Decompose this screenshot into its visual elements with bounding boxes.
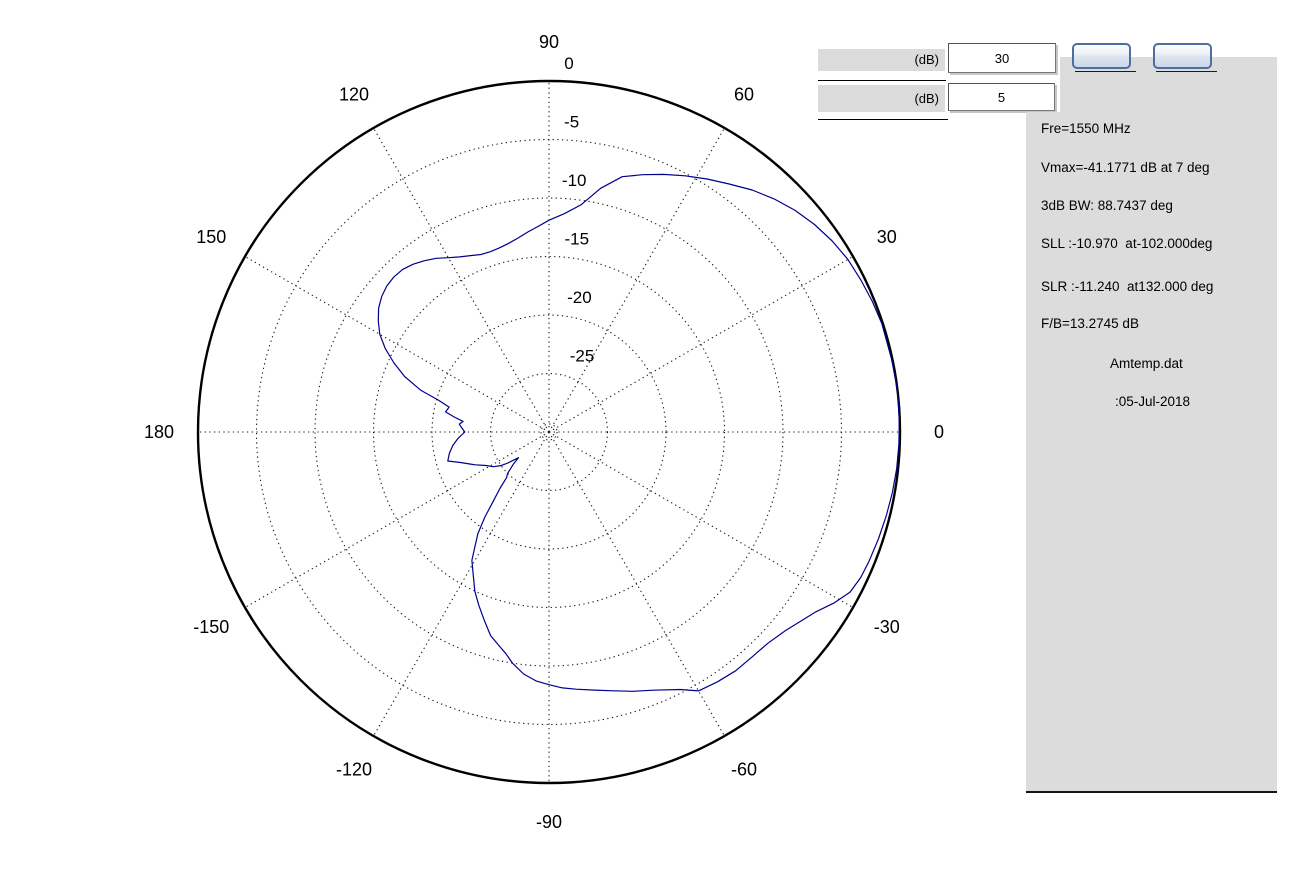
angle-tick-label: -150 — [193, 617, 229, 637]
db-step-underline — [818, 119, 948, 120]
action-button-1-underline — [1075, 71, 1136, 72]
polar-grid-spoke — [244, 431, 550, 608]
angle-tick-label: 30 — [877, 227, 897, 247]
angle-tick-label: -60 — [731, 760, 757, 780]
angle-tick-label: 60 — [734, 84, 754, 104]
db-scale-underline — [818, 80, 946, 81]
info-panel — [1026, 112, 1277, 793]
action-button-1[interactable] — [1072, 43, 1131, 69]
action-button-2-underline — [1156, 71, 1217, 72]
figure-window: 0 30 60 90 120 150 180 -150 -120 -90 -60 -30 0 -5 -10 -… — [0, 0, 1312, 885]
polar-grid-spoke — [548, 256, 854, 433]
polar-plot: 0 30 60 90 120 150 180 -150 -120 -90 -60 -30 0 -5 -10 -… — [144, 32, 944, 832]
db-step-label: (dB) — [818, 85, 945, 112]
radial-tick-label: 0 — [564, 54, 573, 73]
angle-tick-label: 0 — [934, 422, 944, 442]
angle-tick-label: -90 — [536, 812, 562, 832]
angle-tick-label: 120 — [339, 84, 369, 104]
angle-tick-label: -30 — [874, 617, 900, 637]
radial-tick-label: -5 — [564, 113, 579, 132]
db-scale-input[interactable] — [948, 43, 1056, 73]
polar-grid-spoke — [548, 431, 854, 608]
radial-tick-label: -25 — [570, 347, 595, 366]
info-line-beamwidth: 3dB BW: 88.7437 deg — [1041, 198, 1173, 213]
radial-tick-label: -15 — [565, 230, 590, 249]
radial-tick-label: -20 — [567, 288, 592, 307]
db-step-input[interactable] — [948, 83, 1055, 111]
info-line-front-to-back: F/B=13.2745 dB — [1041, 316, 1139, 331]
info-line-vmax: Vmax=-41.1771 dB at 7 deg — [1041, 160, 1210, 175]
polar-grid-spoke — [373, 127, 550, 433]
polar-grid-spoke — [244, 256, 550, 433]
radial-tick-label: -10 — [562, 171, 587, 190]
info-line-filename: Amtemp.dat — [1110, 356, 1183, 371]
angle-tick-label: 180 — [144, 422, 174, 442]
radiation-pattern-curve — [377, 173, 900, 692]
info-line-frequency: Fre=1550 MHz — [1041, 121, 1131, 136]
action-button-2[interactable] — [1153, 43, 1212, 69]
db-scale-label: (dB) — [818, 49, 945, 71]
info-line-slr: SLR :-11.240 at132.000 deg — [1041, 279, 1214, 294]
angle-tick-label: 150 — [196, 227, 226, 247]
angle-tick-label: 90 — [539, 32, 559, 52]
info-line-sll: SLL :-10.970 at-102.000deg — [1041, 236, 1213, 251]
info-line-date: :05-Jul-2018 — [1115, 394, 1191, 409]
angle-tick-label: -120 — [336, 760, 372, 780]
